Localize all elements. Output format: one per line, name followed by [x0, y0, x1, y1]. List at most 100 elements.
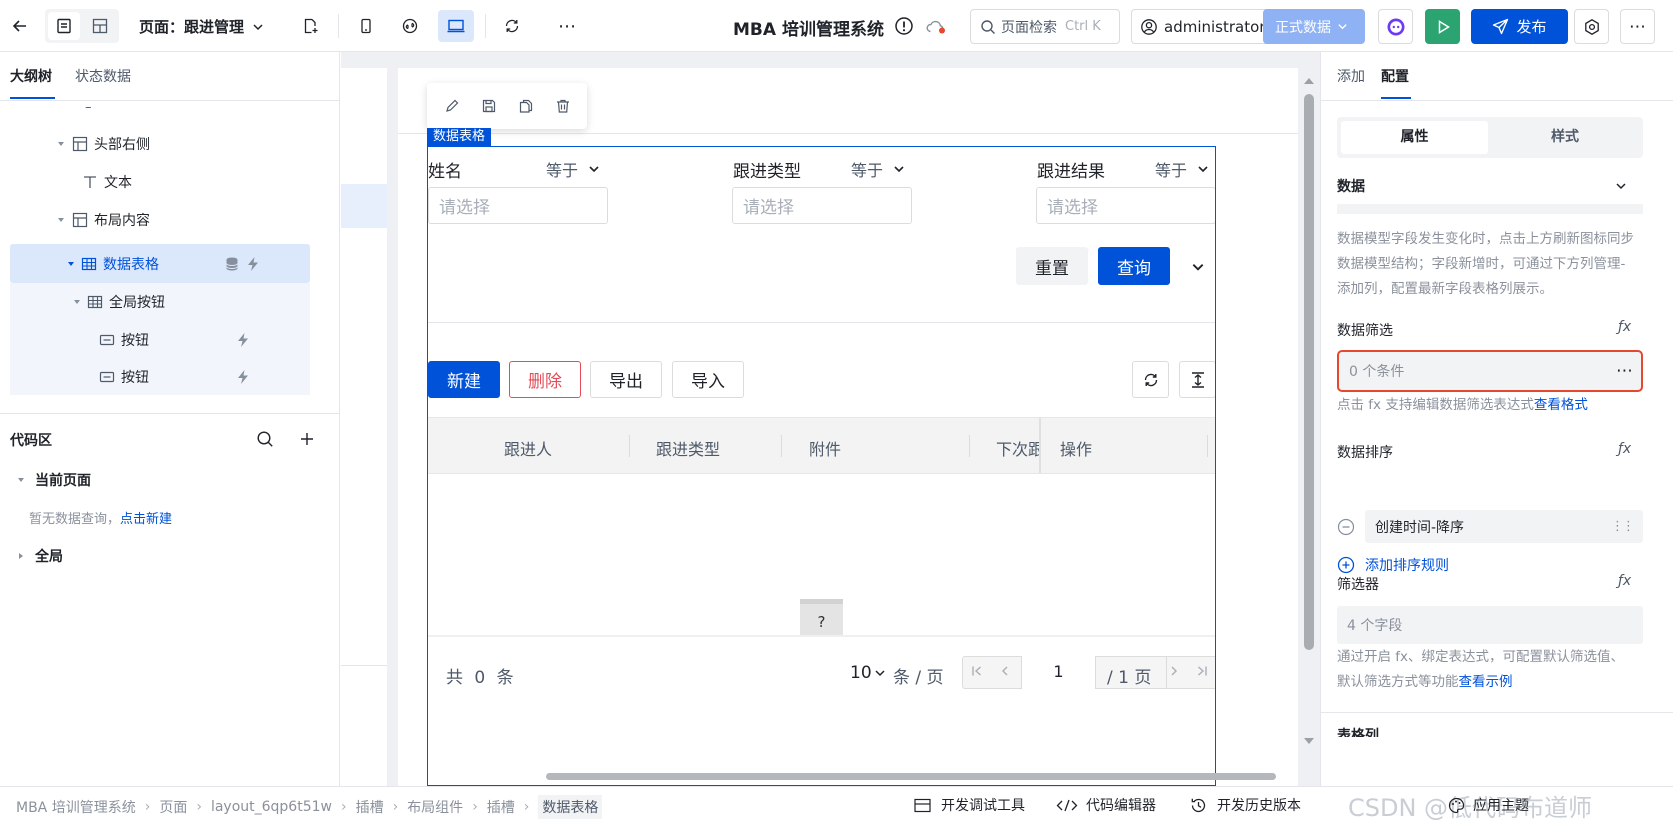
- breadcrumb-item[interactable]: MBA 培训管理系统: [16, 797, 136, 817]
- expand-filter-icon[interactable]: [1191, 260, 1205, 274]
- dev-debug-tool[interactable]: 开发调试工具: [914, 795, 1025, 815]
- tab-config[interactable]: 配置: [1381, 66, 1409, 86]
- page-number-input[interactable]: 1: [1021, 656, 1096, 689]
- back-arrow-icon[interactable]: [6, 12, 34, 40]
- tree-item-button[interactable]: 按钮: [10, 321, 310, 359]
- cloud-sync-icon[interactable]: [925, 17, 947, 35]
- column-height-icon[interactable]: [1179, 361, 1215, 398]
- page-selector[interactable]: 页面：跟进管理: [139, 16, 264, 37]
- segment-properties[interactable]: 属性: [1341, 121, 1488, 154]
- code-editor-tool[interactable]: 代码编辑器: [1056, 795, 1156, 815]
- save-icon[interactable]: [481, 98, 497, 114]
- follow-result-select[interactable]: 请选择: [1036, 187, 1215, 224]
- follow-type-select[interactable]: 请选择: [732, 187, 912, 224]
- env-select[interactable]: 正式数据: [1263, 9, 1365, 44]
- first-page-icon[interactable]: [970, 664, 984, 678]
- prev-page-icon[interactable]: [998, 664, 1012, 678]
- column-header[interactable]: 附件: [809, 436, 841, 460]
- create-query-link[interactable]: 点击新建: [120, 512, 172, 527]
- tree-item-button[interactable]: 按钮: [10, 359, 310, 395]
- delete-button[interactable]: 删除: [509, 361, 581, 398]
- edit-icon[interactable]: [444, 98, 460, 114]
- column-header[interactable]: 跟进人: [504, 436, 552, 460]
- layout-view-icon[interactable]: [84, 12, 116, 40]
- vertical-scrollbar[interactable]: [1304, 94, 1314, 650]
- current-page-group[interactable]: 当前页面: [16, 470, 91, 490]
- breadcrumb-item[interactable]: 页面: [159, 797, 187, 817]
- column-header[interactable]: 操作: [1060, 436, 1092, 460]
- add-icon[interactable]: [298, 430, 316, 448]
- user-menu[interactable]: administrator: [1131, 9, 1273, 44]
- scroll-up-icon[interactable]: [1303, 76, 1315, 86]
- mobile-preview-icon[interactable]: [352, 12, 380, 40]
- more-icon[interactable]: ⋯: [553, 12, 581, 40]
- breadcrumb-item[interactable]: layout_6qp6t51w: [211, 799, 332, 815]
- tree-item-global-buttons[interactable]: 全局按钮: [10, 283, 310, 321]
- more-icon[interactable]: ⋯: [1620, 9, 1655, 44]
- tree-item-text[interactable]: 文本: [10, 163, 310, 201]
- filter-operator[interactable]: 等于: [1155, 157, 1209, 181]
- fx-icon[interactable]: ƒx: [1618, 319, 1631, 335]
- event-bolt-icon[interactable]: [235, 332, 251, 348]
- tree-item-data-table[interactable]: 数据表格: [10, 244, 310, 283]
- page-size-select[interactable]: 10: [850, 663, 886, 683]
- publish-button[interactable]: 发布: [1471, 9, 1568, 44]
- search-icon[interactable]: [256, 430, 274, 448]
- app-theme-tool[interactable]: 应用主题: [1448, 795, 1529, 815]
- fx-icon[interactable]: ƒx: [1618, 573, 1631, 589]
- data-filter-field[interactable]: 0 个条件 ⋯: [1337, 350, 1643, 392]
- table-refresh-icon[interactable]: [1132, 361, 1169, 398]
- data-source-field[interactable]: [1337, 204, 1643, 214]
- ai-assistant-icon[interactable]: [1378, 9, 1413, 44]
- import-button[interactable]: 导入: [672, 361, 744, 398]
- chevron-down-icon[interactable]: [1615, 180, 1627, 192]
- info-icon[interactable]: [894, 16, 914, 36]
- add-page-icon[interactable]: [296, 12, 324, 40]
- filter-operator[interactable]: 等于: [851, 157, 905, 181]
- event-bolt-icon[interactable]: [235, 369, 251, 385]
- create-button[interactable]: 新建: [428, 361, 500, 398]
- tree-item-header-right[interactable]: 头部右侧: [10, 125, 310, 163]
- page-search-input[interactable]: 页面检索 Ctrl K: [970, 9, 1120, 44]
- add-sort-rule-button[interactable]: 添加排序规则: [1337, 555, 1449, 575]
- data-table-component[interactable]: 姓名 等于 请选择 跟进类型 等于 请选择 跟进结果 等于 请选择 重置 查询 …: [427, 146, 1216, 786]
- sort-rule[interactable]: 创建时间-降序 ⋮⋮: [1365, 510, 1643, 543]
- global-group[interactable]: 全局: [16, 546, 63, 566]
- run-preview-icon[interactable]: [1425, 9, 1460, 44]
- breadcrumb-item[interactable]: 插槽: [487, 797, 515, 817]
- delete-icon[interactable]: [555, 98, 571, 114]
- page-view-icon[interactable]: [48, 12, 80, 40]
- export-button[interactable]: 导出: [590, 361, 662, 398]
- more-icon[interactable]: ⋯: [1616, 361, 1633, 381]
- last-page-icon[interactable]: [1195, 664, 1209, 678]
- refresh-icon[interactable]: [498, 12, 526, 40]
- tab-outline[interactable]: 大纲树: [10, 66, 52, 86]
- reset-button[interactable]: 重置: [1016, 247, 1088, 285]
- breadcrumb-item[interactable]: 插槽: [356, 797, 384, 817]
- remove-sort-icon[interactable]: [1337, 518, 1355, 536]
- tab-state-data[interactable]: 状态数据: [75, 66, 131, 86]
- filter-operator[interactable]: 等于: [546, 157, 600, 181]
- scroll-down-icon[interactable]: [1303, 736, 1315, 746]
- history-tool[interactable]: 开发历史版本: [1190, 795, 1301, 815]
- database-icon[interactable]: [225, 256, 239, 272]
- fx-icon[interactable]: ƒx: [1618, 441, 1631, 457]
- mini-program-icon[interactable]: [396, 12, 424, 40]
- breadcrumb-item[interactable]: 布局组件: [407, 797, 463, 817]
- view-example-link[interactable]: 查看示例: [1459, 674, 1513, 690]
- settings-icon[interactable]: [1574, 9, 1609, 44]
- next-page-icon[interactable]: [1167, 664, 1181, 678]
- column-header[interactable]: 跟进类型: [656, 436, 720, 460]
- desktop-preview-icon[interactable]: [438, 10, 474, 42]
- segment-style[interactable]: 样式: [1491, 121, 1639, 154]
- breadcrumb-current[interactable]: 数据表格: [538, 795, 603, 819]
- view-format-link[interactable]: 查看格式: [1534, 397, 1588, 413]
- name-select[interactable]: 请选择: [428, 187, 608, 224]
- event-bolt-icon[interactable]: [245, 256, 261, 272]
- tab-add[interactable]: 添加: [1337, 66, 1365, 86]
- drag-handle-icon[interactable]: ⋮⋮: [1611, 519, 1635, 534]
- column-header[interactable]: 下次跟: [996, 436, 1040, 460]
- copy-icon[interactable]: [518, 98, 534, 114]
- selector-field[interactable]: 4 个字段: [1337, 606, 1643, 644]
- query-button[interactable]: 查询: [1098, 247, 1170, 285]
